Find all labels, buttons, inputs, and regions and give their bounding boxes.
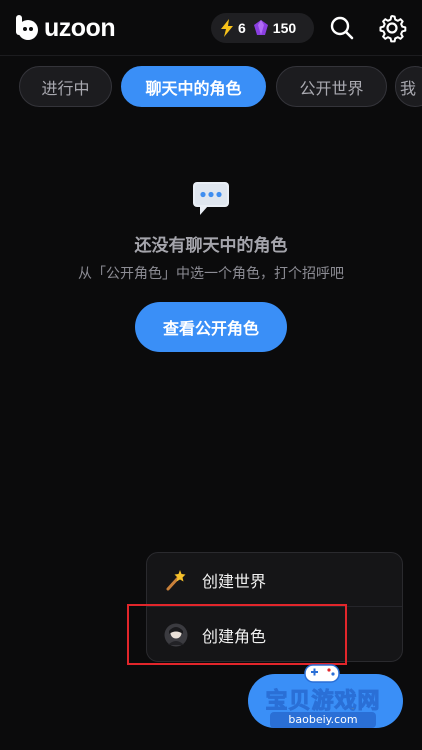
purple-gem-icon	[253, 20, 268, 35]
tab-public-worlds[interactable]: 公开世界	[276, 66, 387, 107]
menu-item-label: 创建世界	[202, 571, 267, 591]
gamepad-icon	[304, 664, 340, 683]
watermark-url: baobeiy.com	[270, 712, 376, 728]
app-root: uzoon 6 150 进行中 聊天中的角色 公开世界 我 还没有聊天中的角色 …	[0, 0, 422, 750]
energy-count: 6	[238, 20, 246, 36]
speech-bubble-icon	[193, 182, 229, 215]
view-public-characters-button[interactable]: 查看公开角色	[135, 302, 287, 352]
tab-in-progress[interactable]: 进行中	[19, 66, 112, 107]
empty-state-subtitle: 从「公开角色」中选一个角色，打个招呼吧	[78, 266, 344, 282]
search-icon[interactable]	[329, 15, 355, 41]
lightning-bolt-icon	[221, 19, 233, 37]
gear-icon[interactable]	[377, 13, 407, 43]
top-bar: uzoon 6 150	[0, 0, 422, 56]
gems-count: 150	[272, 20, 297, 36]
logo-text: uzoon	[44, 13, 116, 42]
magic-wand-icon	[166, 569, 186, 590]
menu-item-create-world[interactable]: 创建世界	[147, 553, 402, 607]
site-watermark: 宝贝游戏网 baobeiy.com	[248, 655, 398, 750]
app-logo[interactable]: uzoon	[14, 13, 116, 42]
tab-bar: 进行中 聊天中的角色 公开世界 我	[0, 66, 422, 108]
watermark-text: 宝贝游戏网	[265, 689, 381, 715]
tab-mine[interactable]: 我	[395, 66, 422, 107]
logo-b-icon	[16, 15, 38, 40]
empty-state-title: 还没有聊天中的角色	[134, 236, 288, 256]
currency-pill[interactable]: 6 150	[211, 13, 314, 43]
tab-chatting-characters[interactable]: 聊天中的角色	[121, 66, 266, 107]
